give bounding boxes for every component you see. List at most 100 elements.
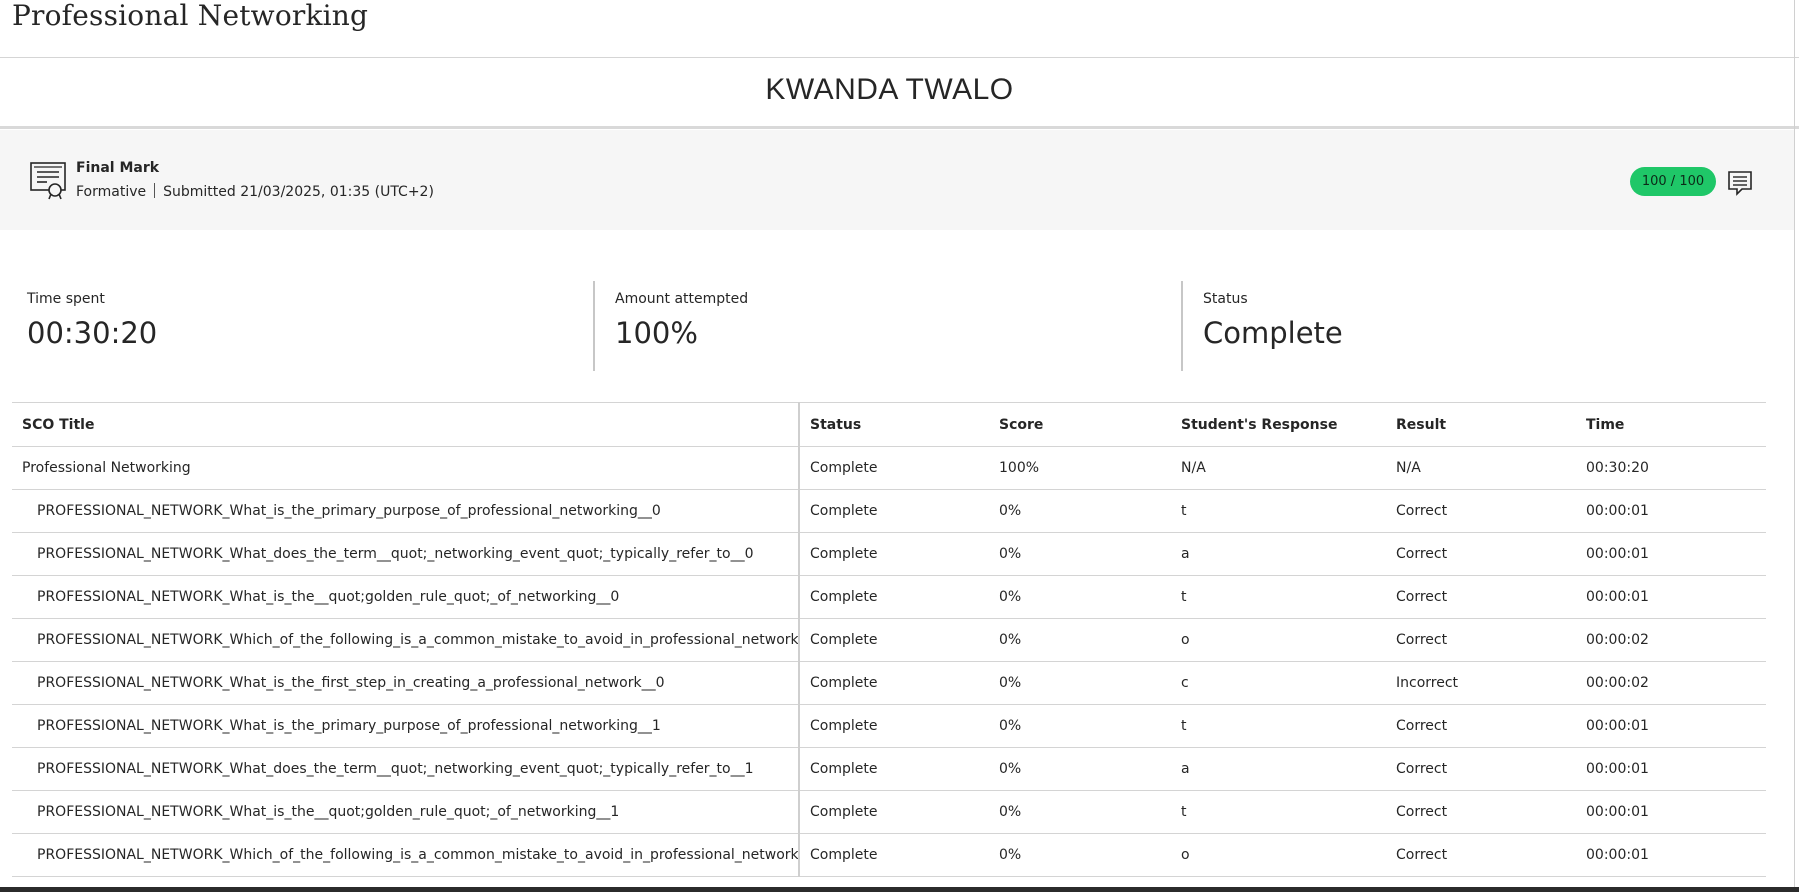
score-badge: 100 / 100 [1630, 167, 1716, 196]
window-edge [1794, 0, 1795, 892]
response-cell: a [1171, 747, 1386, 791]
time-cell: 00:00:01 [1576, 833, 1766, 877]
time-cell: 00:00:01 [1576, 704, 1766, 748]
time-cell: 00:00:01 [1576, 790, 1766, 834]
column-header-response[interactable]: Student's Response [1171, 402, 1386, 447]
result-cell: Correct [1386, 489, 1576, 533]
table-row: PROFESSIONAL_NETWORK_What_is_the_primary… [12, 704, 1766, 748]
column-header-result[interactable]: Result [1386, 402, 1576, 447]
status-cell: Complete [799, 446, 989, 490]
score-cell: 0% [989, 489, 1171, 533]
time-cell: 00:00:01 [1576, 575, 1766, 619]
score-cell: 100% [989, 446, 1171, 490]
column-header-status[interactable]: Status [799, 402, 989, 447]
column-header-score[interactable]: Score [989, 402, 1171, 447]
sco-title-cell: PROFESSIONAL_NETWORK_What_is_the__quot;g… [12, 575, 800, 619]
table-row: Professional Networking Complete 100% N/… [12, 446, 1766, 490]
response-cell: t [1171, 790, 1386, 834]
result-cell: Correct [1386, 575, 1576, 619]
final-mark-title: Final Mark [76, 160, 160, 176]
meta-separator [154, 183, 156, 198]
result-cell: N/A [1386, 446, 1576, 490]
result-cell: Correct [1386, 790, 1576, 834]
score-cell: 0% [989, 747, 1171, 791]
response-cell: t [1171, 575, 1386, 619]
sco-title-cell: PROFESSIONAL_NETWORK_Which_of_the_follow… [12, 618, 800, 662]
score-cell: 0% [989, 790, 1171, 834]
sco-title-cell: PROFESSIONAL_NETWORK_What_does_the_term_… [12, 532, 800, 576]
sco-title-cell: PROFESSIONAL_NETWORK_What_is_the_primary… [12, 704, 800, 748]
table-row: PROFESSIONAL_NETWORK_Which_of_the_follow… [12, 618, 1766, 662]
sco-title-cell: PROFESSIONAL_NETWORK_What_is_the_first_s… [12, 661, 800, 705]
status-cell: Complete [799, 661, 989, 705]
status-cell: Complete [799, 618, 989, 662]
response-cell: t [1171, 489, 1386, 533]
result-cell: Incorrect [1386, 661, 1576, 705]
table-row: PROFESSIONAL_NETWORK_What_is_the_first_s… [12, 661, 1766, 705]
time-cell: 00:00:02 [1576, 618, 1766, 662]
table-row: PROFESSIONAL_NETWORK_What_does_the_term_… [12, 532, 1766, 576]
stat-divider [1181, 281, 1183, 371]
status-cell: Complete [799, 704, 989, 748]
bottom-bar [0, 887, 1799, 892]
column-header-time[interactable]: Time [1576, 402, 1766, 447]
table-row: PROFESSIONAL_NETWORK_What_is_the__quot;g… [12, 790, 1766, 834]
status-value: Complete [1203, 316, 1343, 350]
response-cell: N/A [1171, 446, 1386, 490]
sco-title-cell: PROFESSIONAL_NETWORK_What_is_the__quot;g… [12, 790, 800, 834]
sco-title-cell: Professional Networking [12, 446, 800, 490]
status-cell: Complete [799, 489, 989, 533]
time-cell: 00:00:01 [1576, 532, 1766, 576]
result-cell: Correct [1386, 833, 1576, 877]
result-cell: Correct [1386, 704, 1576, 748]
response-cell: o [1171, 833, 1386, 877]
table-row: PROFESSIONAL_NETWORK_Which_of_the_follow… [12, 833, 1766, 877]
score-cell: 0% [989, 704, 1171, 748]
final-mark-meta: Formative Submitted 21/03/2025, 01:35 (UT… [76, 183, 434, 200]
column-header-sco-title[interactable]: SCO Title [12, 402, 800, 447]
time-cell: 00:00:02 [1576, 661, 1766, 705]
score-cell: 0% [989, 618, 1171, 662]
score-cell: 0% [989, 661, 1171, 705]
table-row: PROFESSIONAL_NETWORK_What_does_the_term_… [12, 747, 1766, 791]
response-cell: t [1171, 704, 1386, 748]
certificate-icon [30, 162, 66, 200]
sco-results-table: SCO Title Status Score Student's Respons… [12, 402, 1766, 892]
table-row: PROFESSIONAL_NETWORK_What_is_the__quot;g… [12, 575, 1766, 619]
table-header-row: SCO Title Status Score Student's Respons… [12, 402, 1766, 447]
result-cell: Correct [1386, 618, 1576, 662]
sco-title-cell: PROFESSIONAL_NETWORK_What_is_the_primary… [12, 489, 800, 533]
header-divider [0, 57, 1799, 58]
amount-attempted-label: Amount attempted [615, 291, 749, 307]
status-label: Status [1203, 291, 1248, 307]
time-cell: 00:00:01 [1576, 747, 1766, 791]
time-spent-value: 00:30:20 [27, 316, 158, 350]
response-cell: a [1171, 532, 1386, 576]
time-cell: 00:00:01 [1576, 489, 1766, 533]
assessment-type: Formative [76, 184, 147, 200]
name-divider [0, 126, 1799, 129]
time-cell: 00:30:20 [1576, 446, 1766, 490]
response-cell: o [1171, 618, 1386, 662]
page-title: Professional Networking [12, 0, 369, 32]
submitted-date: Submitted 21/03/2025, 01:35 (UTC+2) [163, 184, 434, 200]
status-cell: Complete [799, 532, 989, 576]
time-spent-label: Time spent [27, 291, 105, 307]
sco-title-cell: PROFESSIONAL_NETWORK_What_does_the_term_… [12, 747, 800, 791]
amount-attempted-value: 100% [615, 316, 698, 350]
status-cell: Complete [799, 790, 989, 834]
score-cell: 0% [989, 833, 1171, 877]
student-name: KWANDA TWALO [765, 73, 1014, 106]
status-cell: Complete [799, 575, 989, 619]
score-cell: 0% [989, 532, 1171, 576]
result-cell: Correct [1386, 747, 1576, 791]
result-cell: Correct [1386, 532, 1576, 576]
final-mark-panel: Final Mark Formative Submitted 21/03/2025… [0, 130, 1794, 230]
score-cell: 0% [989, 575, 1171, 619]
sco-title-cell: PROFESSIONAL_NETWORK_Which_of_the_follow… [12, 833, 800, 877]
stat-divider [593, 281, 595, 371]
status-cell: Complete [799, 833, 989, 877]
feedback-icon[interactable] [1726, 169, 1754, 197]
table-row: PROFESSIONAL_NETWORK_What_is_the_primary… [12, 489, 1766, 533]
response-cell: c [1171, 661, 1386, 705]
